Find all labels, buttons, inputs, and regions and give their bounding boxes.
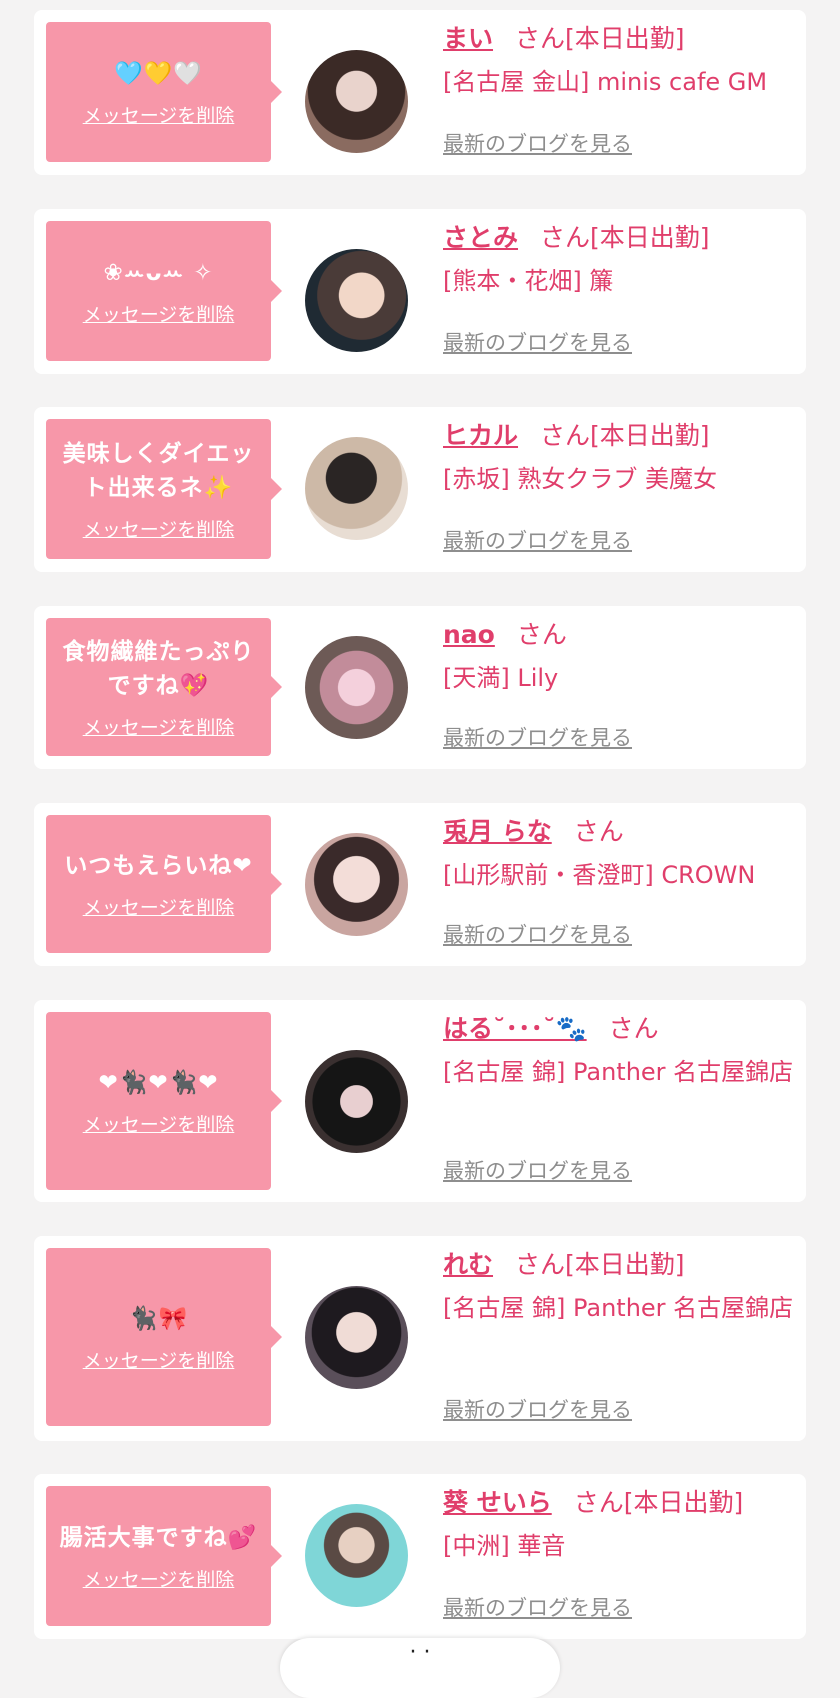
latest-blog-link[interactable]: 最新のブログを見る — [443, 1155, 632, 1185]
message-card: 腸活大事ですね💕 メッセージを削除 葵 せいら さん[本日出勤] [中洲] 華音最新のブ… — [34, 1474, 806, 1639]
store-name: [熊本・花畑] 簾 — [443, 267, 614, 295]
attendance-status: [本日出勤] — [590, 223, 710, 252]
latest-blog-link[interactable]: 最新のブログを見る — [443, 1592, 632, 1622]
avatar[interactable] — [305, 833, 408, 936]
latest-blog-link[interactable]: 最新のブログを見る — [443, 722, 632, 752]
cast-name-link[interactable]: 葵 せいら — [443, 1488, 552, 1517]
bottom-floating-button-label: · · — [409, 1640, 431, 1665]
cast-info: 兎月 らな さん [山形駅前・香澄町] CROWN 最新のブログを見る — [443, 815, 796, 966]
message-text: 🩵💛🤍 — [114, 60, 203, 87]
avatar[interactable] — [305, 636, 408, 739]
latest-blog-link[interactable]: 最新のブログを見る — [443, 525, 632, 555]
cast-info: ヒカル さん[本日出勤] [赤坂] 熟女クラブ 美魔女 最新のブログを見る — [443, 419, 796, 572]
store-name: [山形駅前・香澄町] CROWN — [443, 861, 756, 889]
message-card: 🩵💛🤍 メッセージを削除 まい さん[本日出勤] [名古屋 金山] minis cafe… — [34, 10, 806, 175]
message-text: 腸活大事ですね💕 — [59, 1524, 258, 1551]
attendance-status: [本日出勤] — [565, 24, 685, 53]
cast-info: れむ さん[本日出勤] [名古屋 錦] Panther 名古屋錦店 最新のブログを見る — [443, 1248, 796, 1441]
message-bubble: 🐈‍⬛🎀 メッセージを削除 — [46, 1248, 282, 1426]
cast-name-link[interactable]: はる˘･･･˘🐾 — [443, 1014, 587, 1043]
message-card: ❤🐈‍⬛❤🐈‍⬛❤ メッセージを削除 はる˘･･･˘🐾 さん [名古屋 錦] Panth… — [34, 1000, 806, 1202]
message-text: 🐈‍⬛🎀 — [128, 1305, 189, 1332]
delete-message-link[interactable]: メッセージを削除 — [83, 713, 235, 740]
cast-name-link[interactable]: さとみ — [443, 223, 518, 252]
store-name: [名古屋 金山] minis cafe GM — [443, 68, 768, 96]
name-line: 兎月 らな さん — [443, 815, 796, 849]
honorific-suffix: さん — [573, 1488, 624, 1517]
cast-name-link[interactable]: ヒカル — [443, 421, 518, 450]
delete-message-link[interactable]: メッセージを削除 — [83, 101, 235, 128]
name-line: れむ さん[本日出勤] — [443, 1248, 796, 1282]
cast-info: 葵 せいら さん[本日出勤] [中洲] 華音最新のブログを見る — [443, 1486, 796, 1639]
avatar[interactable] — [305, 437, 408, 540]
store-name: [名古屋 錦] Panther 名古屋錦店 — [443, 1058, 794, 1086]
message-bubble: いつもえらいね❤ メッセージを削除 — [46, 815, 282, 953]
message-bubble: 美味しくダイエット出来るネ✨ メッセージを削除 — [46, 419, 282, 559]
latest-blog-link[interactable]: 最新のブログを見る — [443, 1394, 632, 1424]
avatar[interactable] — [305, 1504, 408, 1607]
cast-info: まい さん[本日出勤] [名古屋 金山] minis cafe GM 最新のブログを見… — [443, 22, 796, 175]
latest-blog-link[interactable]: 最新のブログを見る — [443, 919, 632, 949]
message-card: 食物繊維たっぷりですね💖 メッセージを削除 nao さん [天満] Lily 最新のブログ… — [34, 606, 806, 769]
name-line: はる˘･･･˘🐾 さん — [443, 1012, 796, 1046]
delete-message-link[interactable]: メッセージを削除 — [83, 1346, 235, 1373]
honorific-suffix: さん — [515, 1250, 566, 1279]
delete-message-link[interactable]: メッセージを削除 — [83, 515, 235, 542]
store-name: [中洲] 華音 — [443, 1532, 566, 1560]
attendance-status: [本日出勤] — [623, 1488, 744, 1517]
latest-blog-link[interactable]: 最新のブログを見る — [443, 128, 632, 158]
message-card: 🐈‍⬛🎀 メッセージを削除 れむ さん[本日出勤] [名古屋 錦] Panther 名古… — [34, 1236, 806, 1441]
cast-name-link[interactable]: れむ — [443, 1250, 493, 1279]
message-card: 美味しくダイエット出来るネ✨ メッセージを削除 ヒカル さん[本日出勤] [赤坂] 熟女… — [34, 407, 806, 572]
cast-info: はる˘･･･˘🐾 さん [名古屋 錦] Panther 名古屋錦店 最新のブログを見る — [443, 1012, 796, 1202]
message-card: いつもえらいね❤ メッセージを削除 兎月 らな さん [山形駅前・香澄町] CROWN 最… — [34, 803, 806, 966]
attendance-status: [本日出勤] — [565, 1250, 685, 1279]
name-line: 葵 せいら さん[本日出勤] — [443, 1486, 796, 1520]
bottom-floating-button[interactable]: · · — [280, 1638, 560, 1698]
delete-message-link[interactable]: メッセージを削除 — [83, 300, 235, 327]
avatar[interactable] — [305, 1050, 408, 1153]
avatar[interactable] — [305, 1286, 408, 1389]
latest-blog-link[interactable]: 最新のブログを見る — [443, 327, 632, 357]
name-line: さとみ さん[本日出勤] — [443, 221, 796, 255]
message-text: ❀ꕀᴗꕀ ✧ — [103, 259, 214, 286]
message-bubble: 🩵💛🤍 メッセージを削除 — [46, 22, 282, 162]
message-bubble: ❤🐈‍⬛❤🐈‍⬛❤ メッセージを削除 — [46, 1012, 282, 1190]
store-name: [赤坂] 熟女クラブ 美魔女 — [443, 465, 717, 493]
avatar[interactable] — [305, 249, 408, 352]
avatar[interactable] — [305, 50, 408, 153]
name-line: nao さん — [443, 618, 796, 652]
name-line: ヒカル さん[本日出勤] — [443, 419, 796, 453]
store-name: [名古屋 錦] Panther 名古屋錦店 — [443, 1294, 794, 1322]
message-bubble: 食物繊維たっぷりですね💖 メッセージを削除 — [46, 618, 282, 756]
store-name: [天満] Lily — [443, 664, 559, 692]
name-line: まい さん[本日出勤] — [443, 22, 796, 56]
cast-name-link[interactable]: nao — [443, 620, 495, 649]
honorific-suffix: さん — [540, 223, 591, 252]
delete-message-link[interactable]: メッセージを削除 — [83, 893, 235, 920]
message-bubble: ❀ꕀᴗꕀ ✧ メッセージを削除 — [46, 221, 282, 361]
cast-info: nao さん [天満] Lily 最新のブログを見る — [443, 618, 796, 769]
message-card: ❀ꕀᴗꕀ ✧ メッセージを削除 さとみ さん[本日出勤] [熊本・花畑] 簾最新のブログ… — [34, 209, 806, 374]
honorific-suffix: さん — [540, 421, 591, 450]
delete-message-link[interactable]: メッセージを削除 — [83, 1565, 235, 1592]
cast-name-link[interactable]: まい — [443, 24, 493, 53]
message-text: 食物繊維たっぷりですね💖 — [62, 638, 255, 699]
message-text: ❤🐈‍⬛❤🐈‍⬛❤ — [98, 1069, 219, 1096]
attendance-status: [本日出勤] — [590, 421, 710, 450]
honorific-suffix: さん — [608, 1014, 659, 1043]
message-text: いつもえらいね❤ — [64, 852, 253, 879]
message-text: 美味しくダイエット出来るネ✨ — [62, 440, 255, 501]
cast-info: さとみ さん[本日出勤] [熊本・花畑] 簾最新のブログを見る — [443, 221, 796, 374]
cast-name-link[interactable]: 兎月 らな — [443, 817, 552, 846]
honorific-suffix: さん — [516, 620, 567, 649]
message-bubble: 腸活大事ですね💕 メッセージを削除 — [46, 1486, 282, 1626]
delete-message-link[interactable]: メッセージを削除 — [83, 1110, 235, 1137]
honorific-suffix: さん — [573, 817, 624, 846]
honorific-suffix: さん — [515, 24, 566, 53]
